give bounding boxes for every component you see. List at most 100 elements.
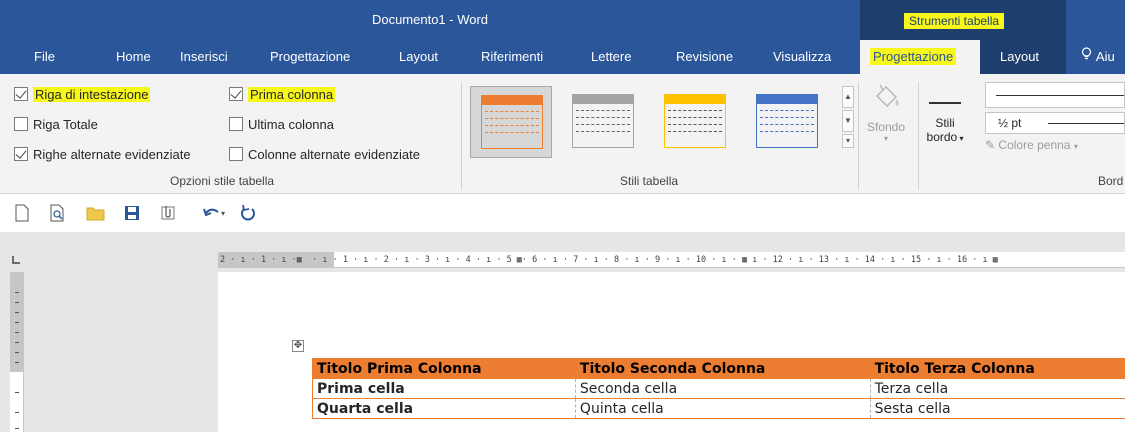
table-cell[interactable]: Quarta cella	[312, 398, 576, 419]
option-header-row-label: Riga di intestazione	[33, 86, 151, 102]
ribbon-tab-bar: File Home Inserisci Progettazione Layout…	[0, 40, 1125, 74]
option-first-column[interactable]: Prima colonna	[229, 84, 336, 104]
gallery-scroll-down-icon[interactable]: ▼	[842, 110, 854, 132]
table-cell[interactable]: Terza cella	[870, 378, 1125, 399]
tab-lettere[interactable]: Lettere	[591, 40, 631, 74]
gallery-scroll: ▲ ▼ ▾	[842, 86, 854, 150]
option-header-row[interactable]: Riga di intestazione	[14, 84, 151, 104]
pen-color-label: Colore penna	[998, 138, 1071, 152]
tab-revisione[interactable]: Revisione	[676, 40, 733, 74]
quick-access-toolbar: ▾	[0, 194, 1125, 232]
table-style-gold[interactable]	[654, 86, 736, 158]
redo-icon[interactable]	[238, 203, 258, 223]
chevron-down-icon[interactable]: ▾	[218, 203, 228, 223]
option-last-column[interactable]: Ultima colonna	[229, 114, 334, 134]
table-style-preview	[481, 95, 543, 149]
chevron-down-icon: ▾	[883, 134, 888, 143]
print-preview-icon[interactable]	[48, 203, 68, 223]
tab-tell-me-label: Aiu	[1095, 49, 1115, 64]
option-total-row[interactable]: Riga Totale	[14, 114, 98, 134]
tab-table-design[interactable]: Progettazione	[860, 40, 980, 74]
tab-tell-me[interactable]: Aiu	[1081, 40, 1115, 74]
border-styles-label: Stili	[935, 116, 955, 130]
table-row: Quarta cella Quinta cella Sesta cella	[312, 398, 1125, 419]
tab-riferimenti[interactable]: Riferimenti	[481, 40, 543, 74]
table-style-gray[interactable]	[562, 86, 644, 158]
group-label-table-styles: Stili tabella	[620, 174, 679, 188]
document-page[interactable]: ✥ Titolo Prima Colonna Titolo Seconda Co…	[218, 272, 1125, 432]
context-group-header: Strumenti tabella	[860, 0, 1066, 40]
border-styles-button[interactable]: Stili bordo ▾	[925, 80, 965, 144]
new-document-icon[interactable]	[12, 203, 32, 223]
group-separator	[858, 82, 859, 190]
pen-icon: ✎	[985, 138, 996, 152]
table-cell[interactable]: Prima cella	[312, 378, 576, 399]
border-line-icon	[929, 102, 961, 104]
checkbox-total-row[interactable]	[14, 117, 28, 131]
tab-inserisci[interactable]: Inserisci	[180, 40, 228, 74]
checkbox-last-column[interactable]	[229, 117, 243, 131]
group-label-style-options: Opzioni stile tabella	[170, 174, 275, 188]
table-styles-gallery	[470, 82, 850, 162]
save-icon[interactable]	[122, 203, 142, 223]
table-style-preview	[756, 94, 818, 148]
ribbon-panel: Riga di intestazione Prima colonna Riga …	[0, 74, 1125, 194]
group-label-borders: Bord	[1098, 174, 1124, 188]
border-styles-label-text: bordo	[926, 130, 958, 144]
group-separator	[461, 82, 462, 190]
vertical-ruler[interactable]	[10, 272, 24, 432]
option-first-column-label: Prima colonna	[248, 86, 336, 102]
open-folder-icon[interactable]	[86, 203, 106, 223]
table-move-handle-icon[interactable]: ✥	[292, 340, 304, 352]
tab-home[interactable]: Home	[116, 40, 151, 74]
table-cell[interactable]: Seconda cella	[575, 378, 871, 399]
tab-progettazione[interactable]: Progettazione	[270, 40, 350, 74]
table-cell[interactable]: Quinta cella	[575, 398, 871, 419]
option-last-column-label: Ultima colonna	[248, 116, 334, 132]
option-total-row-label: Riga Totale	[33, 116, 98, 132]
pen-color-button[interactable]: ✎ Colore penna ▾	[985, 138, 1078, 152]
table-header-cell[interactable]: Titolo Terza Colonna	[869, 358, 1125, 379]
group-separator	[918, 82, 919, 190]
horizontal-ruler[interactable]: 2 · ı · 1 · ı ·▦ · ı · 1 · ı · 2 · ı · 3…	[218, 252, 1125, 268]
tab-layout[interactable]: Layout	[399, 40, 438, 74]
tab-table-design-label: Progettazione	[870, 48, 957, 65]
tab-selector-icon[interactable]	[10, 254, 22, 266]
line-style-dropdown[interactable]	[985, 82, 1125, 108]
window-title: Documento1 - Word	[371, 12, 489, 27]
option-banded-columns[interactable]: Colonne alternate evidenziate	[229, 144, 420, 164]
title-bar: Documento1 - Word Strumenti tabella	[0, 0, 1125, 40]
checkbox-banded-rows[interactable]	[14, 147, 28, 161]
line-weight-dropdown[interactable]: ½ pt	[985, 112, 1125, 134]
gallery-scroll-up-icon[interactable]: ▲	[842, 86, 854, 108]
tab-table-layout[interactable]: Layout	[980, 40, 1066, 74]
shading-button[interactable]: Sfondo ▾	[864, 80, 908, 143]
line-weight-value: ½ pt	[998, 116, 1022, 130]
option-banded-rows[interactable]: Righe alternate evidenziate	[14, 144, 191, 164]
shading-label: Sfondo	[866, 120, 906, 134]
document-table[interactable]: Titolo Prima Colonna Titolo Seconda Colo…	[312, 358, 1125, 419]
table-style-blue[interactable]	[746, 86, 828, 158]
chevron-down-icon: ▾	[1073, 142, 1078, 151]
table-header-row: Titolo Prima Colonna Titolo Seconda Colo…	[312, 358, 1125, 379]
checkbox-first-column[interactable]	[229, 87, 243, 101]
tab-visualizza[interactable]: Visualizza	[773, 40, 831, 74]
table-header-cell[interactable]: Titolo Seconda Colonna	[574, 358, 871, 379]
gallery-more-icon[interactable]: ▾	[842, 134, 854, 148]
ruler-scale: 2 · ı · 1 · ı ·▦ · ı · 1 · ı · 2 · ı · 3…	[220, 255, 998, 265]
chevron-down-icon: ▾	[957, 134, 964, 143]
context-group-label: Strumenti tabella	[904, 13, 1005, 29]
tab-file[interactable]: File	[34, 40, 55, 74]
checkbox-header-row[interactable]	[14, 87, 28, 101]
table-style-orange[interactable]	[470, 86, 552, 158]
table-row: Prima cella Seconda cella Terza cella	[312, 378, 1125, 399]
document-area: 2 · ı · 1 · ı ·▦ · ı · 1 · ı · 2 · ı · 3…	[0, 232, 1125, 432]
border-styles-label-2: bordo ▾	[925, 130, 965, 144]
attach-icon[interactable]	[158, 203, 178, 223]
lightbulb-icon	[1081, 40, 1093, 74]
checkbox-banded-columns[interactable]	[229, 147, 243, 161]
table-cell[interactable]: Sesta cella	[870, 398, 1125, 419]
paint-bucket-icon	[864, 82, 908, 116]
table-header-cell[interactable]: Titolo Prima Colonna	[312, 358, 576, 379]
line-style-preview	[985, 82, 1125, 108]
